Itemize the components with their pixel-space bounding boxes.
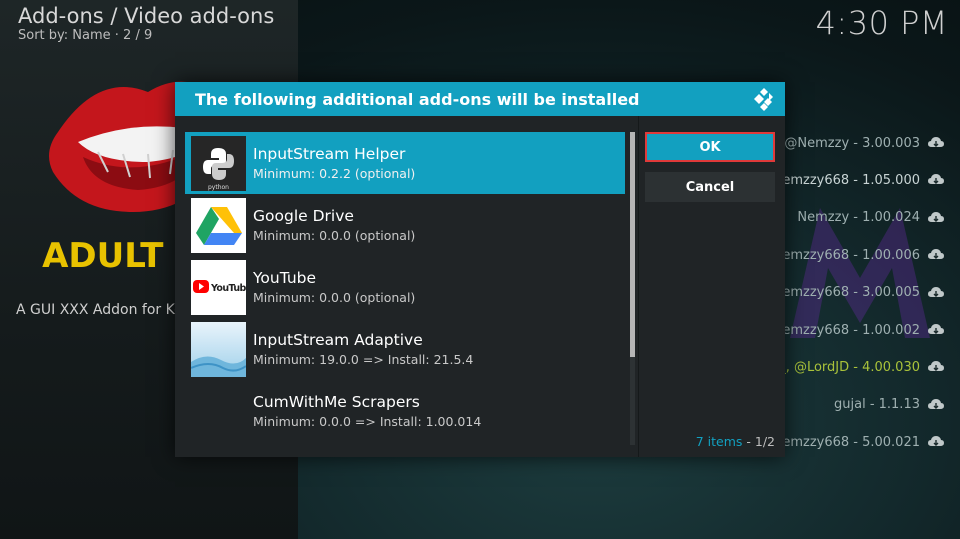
item-version: Minimum: 19.0.0 => Install: 21.5.4 <box>253 352 474 367</box>
items-count-value: 7 items <box>695 434 743 449</box>
background-row-text: Nemzzy668 - 3.00.005 <box>772 285 920 301</box>
python-icon: python <box>191 135 246 191</box>
list-item[interactable]: Google Drive Minimum: 0.0.0 (optional) <box>185 194 625 256</box>
background-list-row: @Nemzzy - 3.00.003 <box>760 130 960 156</box>
download-cloud-icon <box>928 211 944 222</box>
background-list-row: Nemzzy668 - 1.00.006 <box>760 242 960 268</box>
clock: 4:30 PM <box>815 4 948 42</box>
list-item[interactable]: python InputStream Helper Minimum: 0.2.2… <box>185 132 625 194</box>
download-cloud-icon <box>928 137 944 147</box>
svg-text:python: python <box>208 184 229 191</box>
background-list-row: Nemzzy - 1.00.024 <box>760 205 960 231</box>
download-cloud-icon <box>928 361 944 372</box>
breadcrumb: Add-ons / Video add-ons <box>18 4 275 28</box>
background-list-row: Nemzzy668 - 3.00.005 <box>760 280 960 306</box>
item-version: Minimum: 0.0.0 => Install: 1.00.014 <box>253 414 482 429</box>
item-version: Minimum: 0.2.2 (optional) <box>253 166 416 181</box>
item-version: Minimum: 0.0.0 (optional) <box>253 290 416 305</box>
background-row-text: c_, @LordJD - 4.00.030 <box>772 359 920 375</box>
background-row-text: Nemzzy668 - 5.00.021 <box>772 434 920 450</box>
page-separator: - <box>746 434 755 449</box>
item-name: InputStream Adaptive <box>253 331 423 349</box>
list-item[interactable]: InputStream Adaptive Minimum: 19.0.0 => … <box>185 318 625 380</box>
list-item[interactable]: YouTube YouTube Minimum: 0.0.0 (optional… <box>185 256 625 318</box>
wave-icon <box>191 321 246 377</box>
list-item[interactable]: CumWithMe Scrapers Minimum: 0.0.0 => Ins… <box>185 380 625 442</box>
download-cloud-icon <box>928 436 944 447</box>
item-name: Google Drive <box>253 207 354 225</box>
page-indicator: 1/2 <box>754 434 775 449</box>
background-row-text: @Nemzzy - 3.00.003 <box>784 135 920 151</box>
scrollbar-thumb[interactable] <box>630 132 635 357</box>
sort-info: Sort by: Name · 2 / 9 <box>18 28 153 43</box>
background-list-row: Nemzzy668 - 1.05.000 <box>760 167 960 193</box>
empty-thumb <box>191 384 246 439</box>
background-row-text: Nemzzy668 - 1.00.006 <box>772 247 920 263</box>
svg-text:YouTube: YouTube <box>210 283 246 294</box>
addon-list: python InputStream Helper Minimum: 0.2.2… <box>185 132 625 445</box>
kodi-logo-icon <box>754 88 773 111</box>
background-row-text: Nemzzy - 1.00.024 <box>797 210 920 226</box>
download-cloud-icon <box>928 324 944 334</box>
background-list-row: Nemzzy668 - 5.00.021 <box>760 429 960 455</box>
divider <box>638 116 639 457</box>
background-row-text: Nemzzy668 - 1.05.000 <box>772 172 920 188</box>
background-list-row: Nemzzy668 - 1.00.002 <box>760 317 960 343</box>
item-name: CumWithMe Scrapers <box>253 393 420 411</box>
background-row-text: Nemzzy668 - 1.00.002 <box>772 322 920 338</box>
download-cloud-icon <box>928 286 944 297</box>
download-cloud-icon <box>928 398 944 409</box>
background-list-row: c_, @LordJD - 4.00.030 <box>760 354 960 380</box>
items-count: 7 items - 1/2 <box>696 434 775 449</box>
dialog-title: The following additional add-ons will be… <box>195 89 640 109</box>
install-dependencies-dialog: The following additional add-ons will be… <box>175 82 785 457</box>
background-list-row: gujal - 1.1.13 <box>760 392 960 418</box>
youtube-icon: YouTube <box>191 259 246 315</box>
item-name: InputStream Helper <box>253 145 406 163</box>
cancel-button[interactable]: Cancel <box>645 172 775 202</box>
download-cloud-icon <box>928 174 944 185</box>
dialog-header: The following additional add-ons will be… <box>175 82 785 116</box>
item-version: Minimum: 0.0.0 (optional) <box>253 228 416 243</box>
ok-button[interactable]: OK <box>645 132 775 162</box>
download-cloud-icon <box>928 249 944 260</box>
addon-description: A GUI XXX Addon for Ko <box>16 302 183 318</box>
google-drive-icon <box>191 197 246 253</box>
item-name: YouTube <box>253 269 317 287</box>
background-row-text: gujal - 1.1.13 <box>834 397 920 413</box>
